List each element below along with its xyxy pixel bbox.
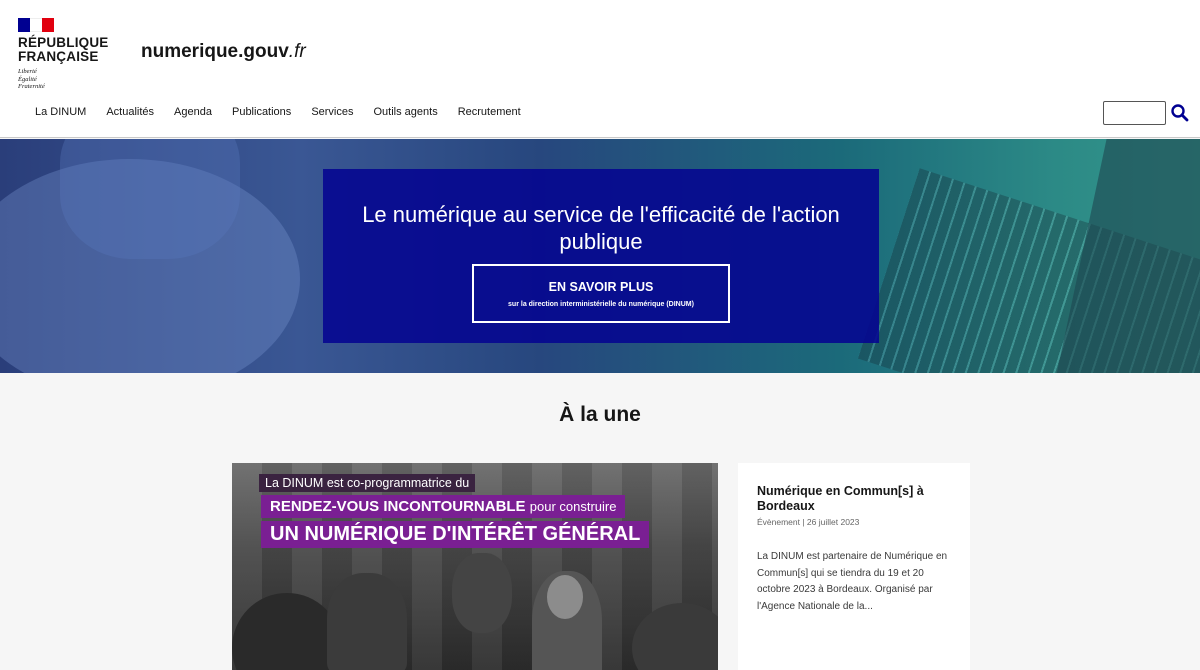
devise-text: Liberté Égalité Fraternité <box>18 68 45 90</box>
article-title[interactable]: Numérique en Commun[s] à Bordeaux <box>757 484 957 514</box>
site-name: numerique.gouv <box>141 41 289 62</box>
republique-francaise-logo[interactable]: RÉPUBLIQUE FRANÇAISE Liberté Égalité Fra… <box>18 18 128 98</box>
site-tld: .fr <box>288 41 306 62</box>
image-caption-line2-small: pour construire <box>529 499 617 514</box>
article-meta: Évènement | 26 juillet 2023 <box>757 517 860 527</box>
featured-article-image[interactable]: La DINUM est co-programmatrice du RENDEZ… <box>232 463 718 670</box>
nav-item-recrutement[interactable]: Recrutement <box>458 106 521 118</box>
search-input[interactable] <box>1103 101 1166 125</box>
image-caption-line3: UN NUMÉRIQUE D'INTÉRÊT GÉNÉRAL <box>261 521 650 548</box>
article-description: La DINUM est partenaire de Numérique en … <box>757 551 948 612</box>
main-navigation: La DINUM Actualités Agenda Publications … <box>35 106 541 118</box>
nav-item-services[interactable]: Services <box>311 106 353 118</box>
image-caption-line2: RENDEZ-VOUS INCONTOURNABLE pour construi… <box>261 495 626 518</box>
hero-cta-sublabel: sur la direction interministérielle du n… <box>508 301 694 308</box>
featured-article-card[interactable]: Numérique en Commun[s] à Bordeaux Évènem… <box>738 463 970 670</box>
nav-item-publications[interactable]: Publications <box>232 106 291 118</box>
hero-cta-button[interactable]: EN SAVOIR PLUS sur la direction intermin… <box>472 264 730 323</box>
hero-cta-label: EN SAVOIR PLUS <box>548 280 654 294</box>
photo-person-head <box>547 575 583 619</box>
image-caption-line2-bold: RENDEZ-VOUS INCONTOURNABLE <box>270 498 526 515</box>
site-header: RÉPUBLIQUE FRANÇAISE Liberté Égalité Fra… <box>0 0 1200 138</box>
photo-person <box>327 573 407 670</box>
nav-item-agenda[interactable]: Agenda <box>174 106 212 118</box>
photo-person <box>452 553 512 633</box>
nav-item-la-dinum[interactable]: La DINUM <box>35 106 86 118</box>
image-caption-line1: La DINUM est co-programmatrice du <box>259 474 476 492</box>
nav-item-actualites[interactable]: Actualités <box>106 106 154 118</box>
section-title: À la une <box>559 403 641 426</box>
hero-banner: Le numérique au service de l'efficacité … <box>0 139 1200 373</box>
hero-title: Le numérique au service de l'efficacité … <box>362 202 840 254</box>
search-icon <box>1171 104 1189 122</box>
republique-francaise-text: RÉPUBLIQUE FRANÇAISE <box>18 35 109 64</box>
hero-content-box: Le numérique au service de l'efficacité … <box>323 169 879 343</box>
search-button[interactable] <box>1170 103 1190 123</box>
hero-background-detail <box>60 139 240 259</box>
site-title[interactable]: numerique.gouv.fr <box>141 41 306 63</box>
marianne-flag-icon <box>18 18 54 32</box>
nav-item-outils-agents[interactable]: Outils agents <box>374 106 438 118</box>
